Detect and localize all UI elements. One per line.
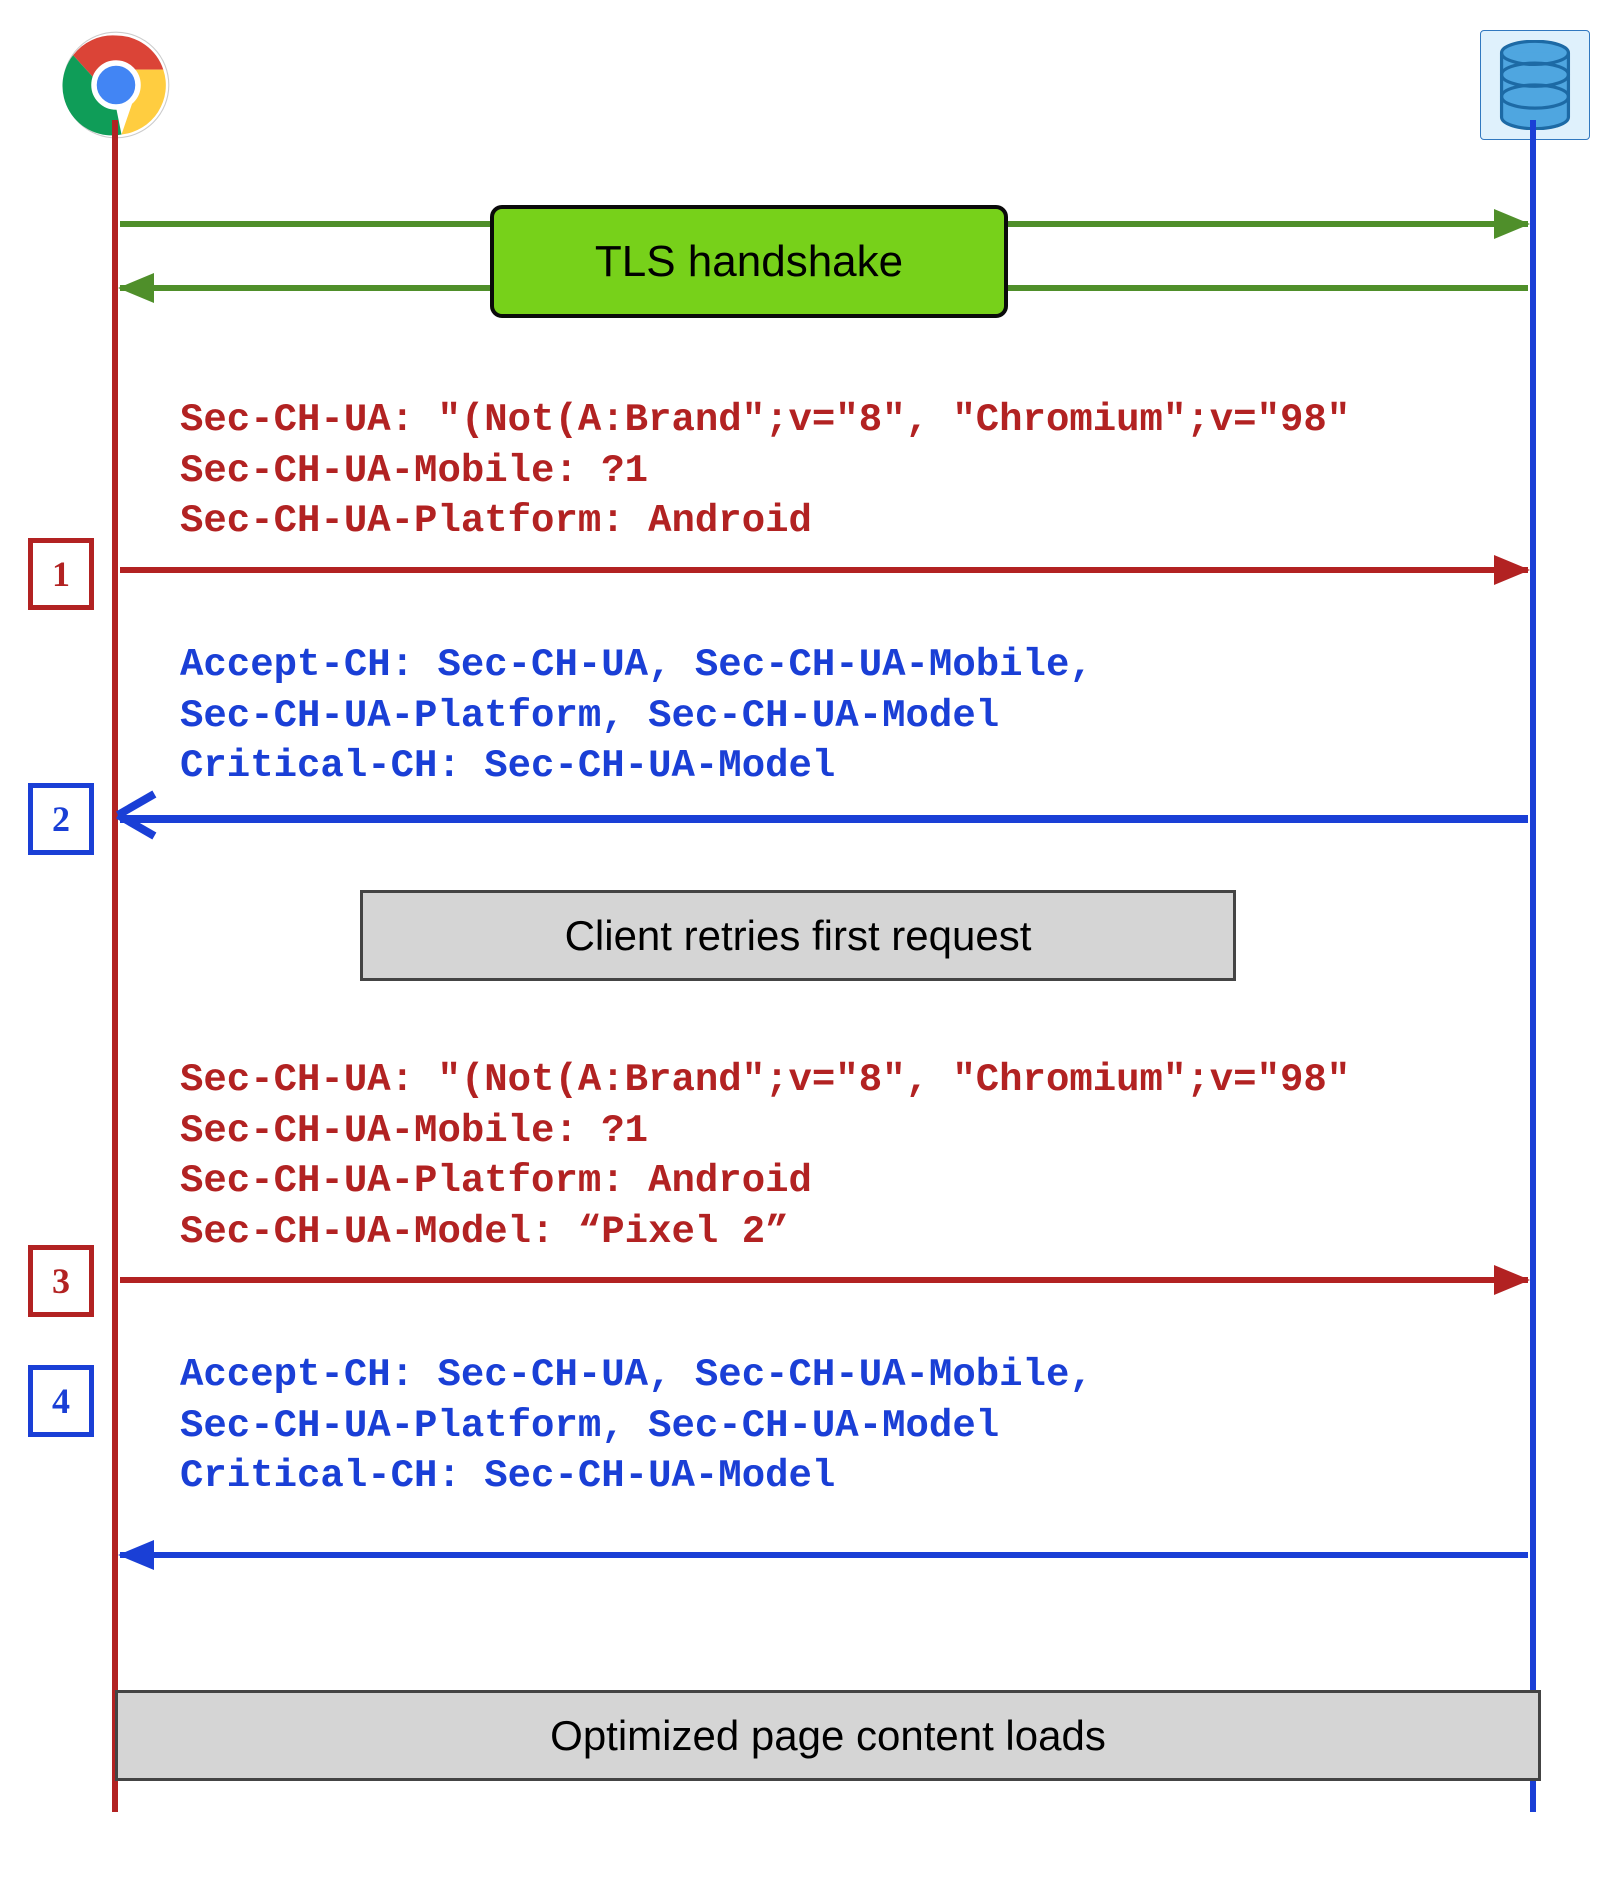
step-3-marker: 3 [28,1245,94,1317]
tls-handshake-label: TLS handshake [490,205,1008,318]
request2-headers: Sec-CH-UA: "(Not(A:Brand";v="8", "Chromi… [180,1055,1450,1258]
step-1-marker: 1 [28,538,94,610]
server-lifeline [1530,120,1536,1812]
response1-headers: Accept-CH: Sec-CH-UA, Sec-CH-UA-Mobile, … [180,640,1450,792]
response2-headers: Accept-CH: Sec-CH-UA, Sec-CH-UA-Mobile, … [180,1350,1450,1502]
loads-note: Optimized page content loads [115,1690,1541,1781]
sequence-diagram: TLS handshake Sec-CH-UA: "(Not(A:Brand";… [0,0,1600,1877]
request1-headers: Sec-CH-UA: "(Not(A:Brand";v="8", "Chromi… [180,395,1450,547]
step-2-marker: 2 [28,783,94,855]
retry-note: Client retries first request [360,890,1236,981]
step-4-marker: 4 [28,1365,94,1437]
